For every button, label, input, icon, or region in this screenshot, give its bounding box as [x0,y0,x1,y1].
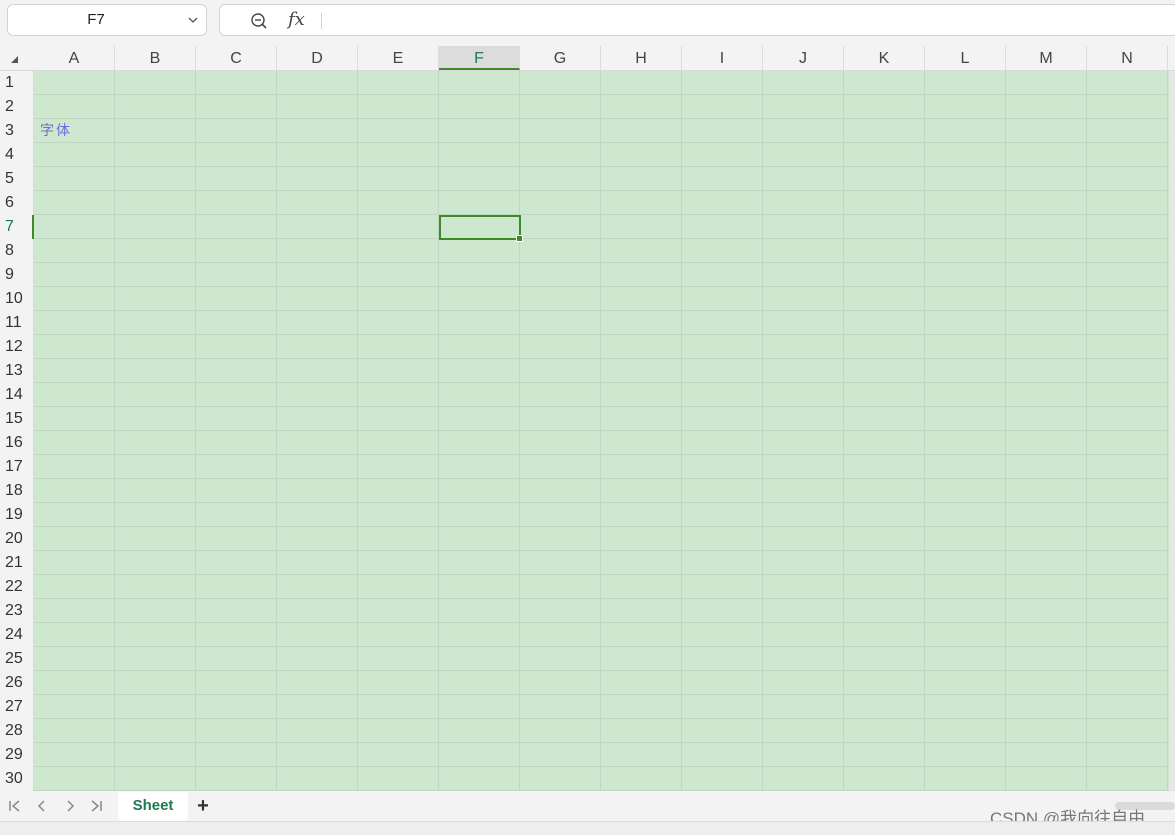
row-header-5[interactable]: 5 [0,167,34,191]
column-header-k[interactable]: K [844,46,925,70]
row-header-8[interactable]: 8 [0,239,34,263]
column-header-i[interactable]: I [682,46,763,70]
fill-handle[interactable] [516,235,523,242]
row-header-21[interactable]: 21 [0,551,34,575]
row-header-26[interactable]: 26 [0,671,34,695]
name-box-value: F7 [87,11,105,28]
prev-sheet-icon[interactable] [34,798,50,814]
name-box[interactable]: F7 [7,4,207,36]
row-header-7[interactable]: 7 [0,215,34,239]
row-header-1[interactable]: 1 [0,71,34,95]
row-header-14[interactable]: 14 [0,383,34,407]
row-header-25[interactable]: 25 [0,647,34,671]
row-header-9[interactable]: 9 [0,263,34,287]
column-header-a[interactable]: A [34,46,115,70]
formula-toolbar: F7 fx [0,0,1175,44]
row-header-6[interactable]: 6 [0,191,34,215]
row-header-19[interactable]: 19 [0,503,34,527]
column-header-d[interactable]: D [277,46,358,70]
row-header-16[interactable]: 16 [0,431,34,455]
row-header-30[interactable]: 30 [0,767,34,791]
column-header-l[interactable]: L [925,46,1006,70]
column-header-m[interactable]: M [1006,46,1087,70]
row-header-2[interactable]: 2 [0,95,34,119]
column-header-c[interactable]: C [196,46,277,70]
status-bar [0,821,1175,835]
row-header-24[interactable]: 24 [0,623,34,647]
row-header-20[interactable]: 20 [0,527,34,551]
row-header-3[interactable]: 3 [0,119,34,143]
column-header: ABCDEFGHIJKLMN [0,46,1175,71]
select-all-icon [11,56,18,63]
column-header-b[interactable]: B [115,46,196,70]
row-header-23[interactable]: 23 [0,599,34,623]
row-header-13[interactable]: 13 [0,359,34,383]
row-header-12[interactable]: 12 [0,335,34,359]
column-header-n[interactable]: N [1087,46,1168,70]
sheet-tab[interactable]: Sheet [118,792,188,821]
select-all-corner[interactable] [0,46,34,70]
row-header: 1 2 3 4 5 6 7 8 9 10 11 12 13 14 15 16 17 18 19 20 21 22 23 24 2… [0,71,34,791]
column-header-j[interactable]: J [763,46,844,70]
row-header-27[interactable]: 27 [0,695,34,719]
row-header-28[interactable]: 28 [0,719,34,743]
zoom-out-icon[interactable] [250,12,268,30]
column-header-e[interactable]: E [358,46,439,70]
last-sheet-icon[interactable] [88,798,104,814]
row-header-29[interactable]: 29 [0,743,34,767]
chevron-down-icon[interactable] [188,15,198,25]
cell-grid[interactable]: 字体 [34,71,1175,791]
sheet-tab-bar: Sheet + CSDN @我向往自由 [0,791,1175,828]
selected-cell[interactable] [439,215,523,242]
row-header-10[interactable]: 10 [0,287,34,311]
formula-bar: fx [219,4,1175,36]
column-header-f[interactable]: F [439,46,520,70]
row-header-22[interactable]: 22 [0,575,34,599]
fx-icon[interactable]: fx [288,9,305,30]
formula-divider [321,13,322,29]
column-header-h[interactable]: H [601,46,682,70]
add-sheet-button[interactable]: + [194,796,212,816]
vertical-scrollbar[interactable] [1169,71,1175,791]
first-sheet-icon[interactable] [7,798,23,814]
row-header-15[interactable]: 15 [0,407,34,431]
row-header-11[interactable]: 11 [0,311,34,335]
row-header-18[interactable]: 18 [0,479,34,503]
row-header-17[interactable]: 17 [0,455,34,479]
row-header-4[interactable]: 4 [0,143,34,167]
column-header-g[interactable]: G [520,46,601,70]
next-sheet-icon[interactable] [62,798,78,814]
cell-a3[interactable]: 字体 [40,120,72,140]
